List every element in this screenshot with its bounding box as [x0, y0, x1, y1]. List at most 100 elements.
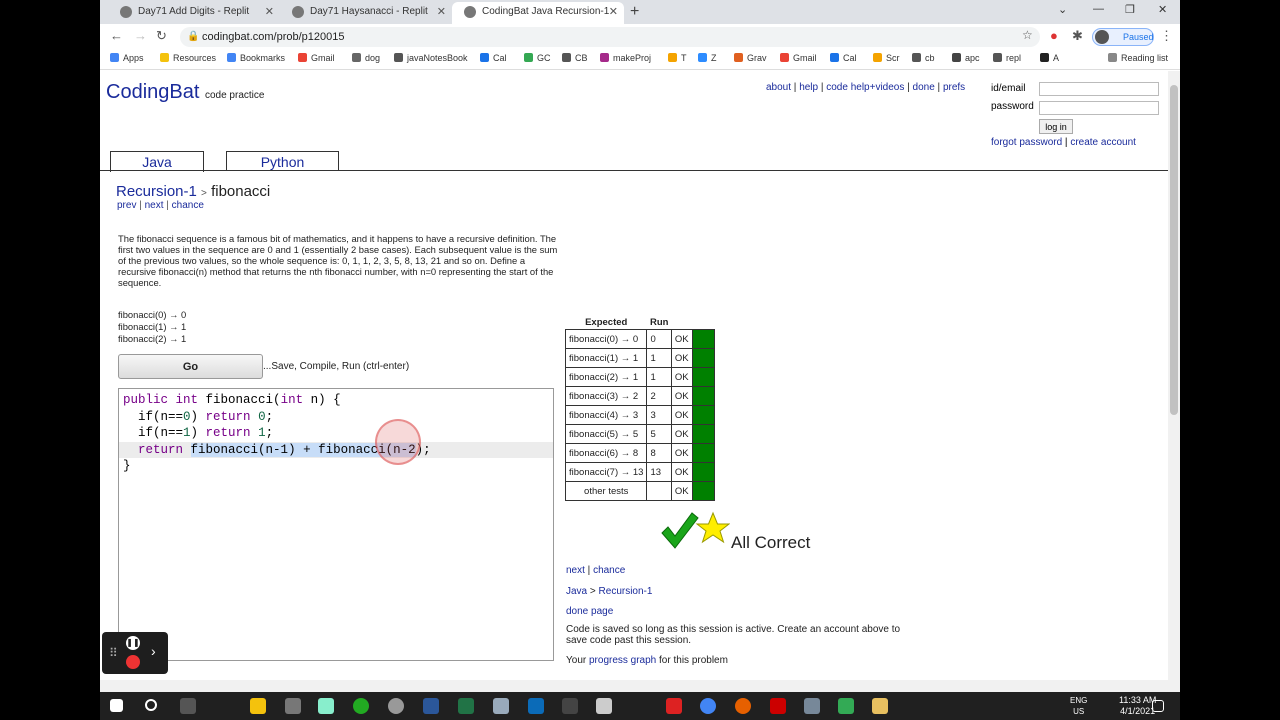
site-logo[interactable]: CodingBat code practice [106, 81, 264, 104]
acrobat-icon[interactable] [770, 698, 786, 714]
globe-icon [352, 53, 361, 62]
pause-icon[interactable]: ❚❚ [126, 636, 140, 650]
recursion-link[interactable]: Recursion-1 [599, 586, 653, 597]
vertical-scrollbar[interactable] [1168, 71, 1180, 680]
calendar-icon [830, 53, 839, 62]
minimize-icon[interactable]: — [1093, 3, 1104, 15]
app-icon[interactable] [838, 698, 854, 714]
done-page-link[interactable]: done page [566, 606, 613, 617]
tab-haysanacci[interactable]: Day71 Haysanacci - Replit ✕ [280, 2, 452, 24]
bookmark-repl[interactable]: repl [993, 53, 1021, 63]
bookmark-cal[interactable]: Cal [480, 53, 507, 63]
search-icon[interactable] [145, 699, 157, 711]
task-view-icon[interactable] [180, 698, 196, 714]
stop-icon[interactable] [126, 655, 140, 669]
back-icon[interactable]: ← [110, 28, 123, 43]
profile-button[interactable]: Paused [1092, 28, 1154, 46]
maximize-icon[interactable]: ❐ [1125, 3, 1135, 16]
extension-icon[interactable]: ● [1050, 28, 1058, 43]
app-icon[interactable] [872, 698, 888, 714]
new-tab-icon[interactable]: + [630, 3, 639, 21]
login-button[interactable]: log in [1039, 119, 1073, 134]
reading-list[interactable]: Reading list [1108, 53, 1168, 63]
notifications-icon[interactable] [1152, 700, 1164, 712]
language-indicator[interactable]: ENG US [1070, 695, 1087, 717]
app-icon[interactable] [318, 698, 334, 714]
close-icon[interactable]: ✕ [265, 2, 274, 22]
code-editor[interactable]: public int fibonacci(int n) { if(n==0) r… [118, 388, 554, 661]
extensions-puzzle-icon[interactable]: ✱ [1072, 28, 1083, 44]
bookmark-bookmarks[interactable]: Bookmarks [227, 53, 285, 63]
reload-icon[interactable]: ↻ [156, 28, 167, 44]
next-link-bottom[interactable]: next [566, 565, 585, 576]
bookmark-makeproj[interactable]: makeProj [600, 53, 651, 63]
bookmark-cal-2[interactable]: Cal [830, 53, 857, 63]
app-icon[interactable] [353, 698, 369, 714]
tab-java[interactable]: Java [110, 151, 204, 172]
bookmark-gc[interactable]: GC [524, 53, 551, 63]
prev-link[interactable]: prev [117, 200, 136, 211]
bookmark-scr[interactable]: Scr [873, 53, 900, 63]
bookmark-cb[interactable]: CB [562, 53, 588, 63]
prefs-link[interactable]: prefs [943, 82, 965, 93]
bookmark-cb-2[interactable]: cb [912, 53, 935, 63]
code-help-link[interactable]: code help+videos [826, 82, 904, 93]
bookmark-star-icon[interactable]: ☆ [1022, 28, 1033, 42]
bookmark-a[interactable]: A [1040, 53, 1059, 63]
code-line: } [123, 459, 131, 473]
windows-start-icon[interactable] [110, 699, 123, 712]
address-bar[interactable]: 🔒 codingbat.com/prob/p120015 [180, 27, 1040, 47]
menu-icon[interactable]: ⋮ [1160, 28, 1173, 44]
bookmark-z[interactable]: Z [698, 53, 717, 63]
chance-link[interactable]: chance [172, 200, 204, 211]
firefox-icon[interactable] [735, 698, 751, 714]
bookmark-resources[interactable]: Resources [160, 53, 216, 63]
bookmark-apc[interactable]: apc [952, 53, 980, 63]
bookmark-javanotesbook[interactable]: javaNotesBook [394, 53, 468, 63]
filezilla-icon[interactable] [666, 698, 682, 714]
notepad-icon[interactable] [493, 698, 509, 714]
word-icon[interactable] [423, 698, 439, 714]
create-account-link[interactable]: create account [1070, 137, 1136, 148]
tab-python[interactable]: Python [226, 151, 339, 171]
window-close-icon[interactable]: ✕ [1158, 3, 1167, 16]
bookmark-grav[interactable]: Grav [734, 53, 767, 63]
java-link[interactable]: Java [566, 586, 587, 597]
help-link[interactable]: help [799, 82, 818, 93]
close-icon[interactable]: ✕ [609, 2, 618, 22]
chrome-icon[interactable] [700, 698, 716, 714]
id-email-input[interactable] [1039, 82, 1159, 96]
done-link[interactable]: done [913, 82, 935, 93]
scrollbar-thumb[interactable] [1170, 85, 1178, 415]
drag-handle-icon[interactable]: ⠿ [109, 646, 118, 660]
bookmark-gmail-2[interactable]: Gmail [780, 53, 817, 63]
next-link[interactable]: next [145, 200, 164, 211]
close-icon[interactable]: ✕ [437, 2, 446, 22]
password-input[interactable] [1039, 101, 1159, 115]
excel-icon[interactable] [458, 698, 474, 714]
forgot-password-link[interactable]: forgot password [991, 137, 1062, 148]
bookmark-apps[interactable]: Apps [110, 53, 144, 63]
camera-icon[interactable] [285, 698, 301, 714]
calculator-icon[interactable] [804, 698, 820, 714]
bookmark-dog[interactable]: dog [352, 53, 380, 63]
go-button[interactable]: Go [118, 354, 263, 379]
bookmark-t[interactable]: T [668, 53, 687, 63]
app-icon[interactable] [596, 698, 612, 714]
forward-icon[interactable]: → [134, 28, 147, 43]
music-icon[interactable] [388, 698, 404, 714]
chance-link-bottom[interactable]: chance [593, 565, 625, 576]
horizontal-scrollbar[interactable] [100, 680, 1180, 692]
file-explorer-icon[interactable] [250, 698, 266, 714]
bookmark-gmail[interactable]: Gmail [298, 53, 335, 63]
clock[interactable]: 11:33 AM 4/1/2021 [1119, 695, 1156, 717]
tab-add-digits[interactable]: Day71 Add Digits - Replit ✕ [108, 2, 280, 24]
category-link[interactable]: Recursion-1 [116, 183, 197, 200]
about-link[interactable]: about [766, 82, 791, 93]
chevron-right-icon[interactable]: › [151, 643, 156, 659]
progress-graph-link[interactable]: progress graph [589, 655, 656, 666]
app-icon[interactable] [528, 698, 544, 714]
app-icon[interactable] [562, 698, 578, 714]
tab-codingbat[interactable]: CodingBat Java Recursion-1 fibo ✕ [452, 2, 624, 37]
tab-search-icon[interactable]: ⌄ [1058, 3, 1067, 16]
